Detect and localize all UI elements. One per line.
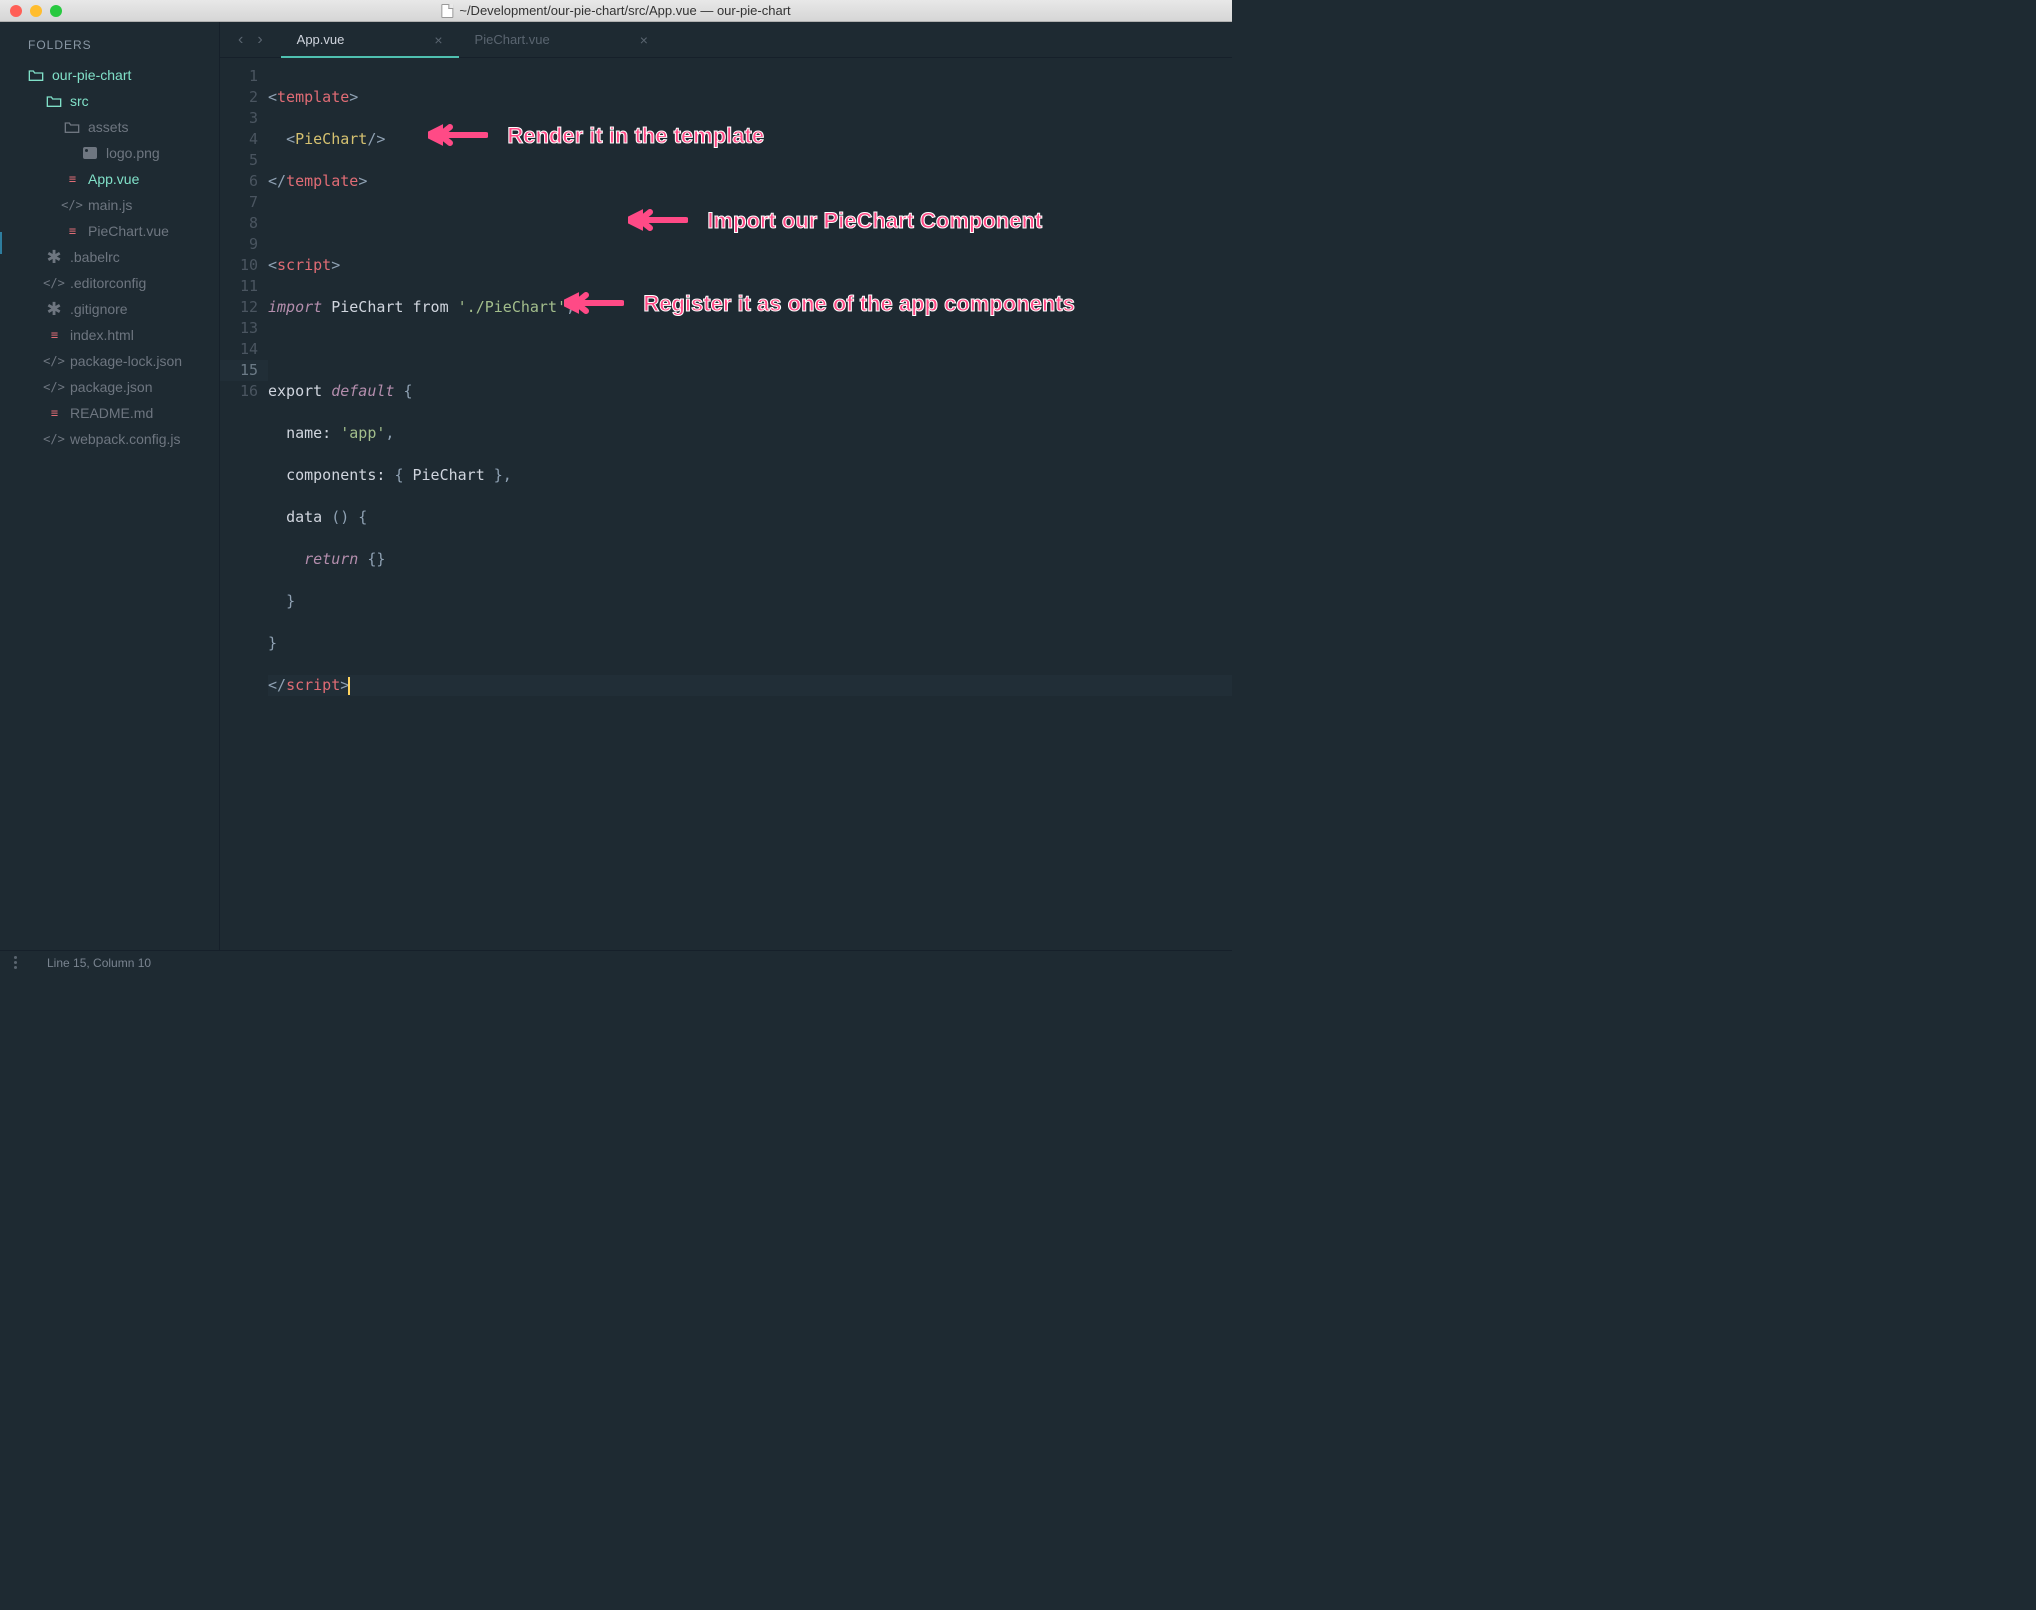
sidebar-item-label: logo.png [106,145,160,161]
window-title-text: ~/Development/our-pie-chart/src/App.vue … [459,3,790,18]
tab-row: ‹ › App.vue × PieChart.vue × [220,22,1232,58]
sidebar-header: FOLDERS [0,32,219,62]
sidebar-folder-assets[interactable]: assets [0,114,219,140]
sidebar-item-label: .babelrc [70,249,120,265]
nav-forward-icon[interactable]: › [257,31,262,49]
window-title-bar: ~/Development/our-pie-chart/src/App.vue … [0,0,1232,22]
code-file-icon: </> [64,197,80,213]
nav-arrows: ‹ › [220,31,281,49]
code-file-icon: </> [46,431,62,447]
sidebar-item-label: README.md [70,405,153,421]
status-cursor-position: Line 15, Column 10 [47,956,151,970]
config-file-icon: ✱ [46,249,62,265]
sidebar-file-index-html[interactable]: ≡ index.html [0,322,219,348]
line-number-gutter: 12345678 91011121314 1516 [220,58,268,950]
tab-close-icon[interactable]: × [640,32,648,48]
sidebar-folder-root[interactable]: our-pie-chart [0,62,219,88]
close-window-button[interactable] [10,5,22,17]
sidebar-item-label: assets [88,119,128,135]
tab-label: PieChart.vue [475,32,550,47]
sidebar-file-babelrc[interactable]: ✱ .babelrc [0,244,219,270]
sidebar-item-label: webpack.config.js [70,431,181,447]
image-icon [82,145,98,161]
sidebar-file-editorconfig[interactable]: </> .editorconfig [0,270,219,296]
vue-file-icon: ≡ [64,223,80,239]
status-menu-icon[interactable] [14,956,17,969]
status-bar: Line 15, Column 10 [0,950,1232,974]
minimize-window-button[interactable] [30,5,42,17]
sidebar-item-label: App.vue [88,171,139,187]
code-file-icon: </> [46,353,62,369]
tab-app-vue[interactable]: App.vue × [281,22,459,57]
sidebar-file-piechart-vue[interactable]: ≡ PieChart.vue [0,218,219,244]
tab-piechart-vue[interactable]: PieChart.vue × [459,22,664,57]
sidebar-file-webpack-config[interactable]: </> webpack.config.js [0,426,219,452]
sidebar-file-app-vue[interactable]: ≡ App.vue [0,166,219,192]
vue-file-icon: ≡ [64,171,80,187]
sidebar-item-label: our-pie-chart [52,67,131,83]
code-editor[interactable]: 12345678 91011121314 1516 <template> <Pi… [220,58,1232,950]
sidebar-item-label: .editorconfig [70,275,146,291]
window-title: ~/Development/our-pie-chart/src/App.vue … [441,3,790,18]
code-file-icon: </> [46,275,62,291]
sidebar-file-gitignore[interactable]: ✱ .gitignore [0,296,219,322]
sidebar-item-label: package.json [70,379,153,395]
sidebar-item-label: index.html [70,327,134,343]
config-file-icon: ✱ [46,301,62,317]
code-file-icon: </> [46,379,62,395]
sidebar-file-readme[interactable]: ≡ README.md [0,400,219,426]
html-file-icon: ≡ [46,327,62,343]
editor-area: ‹ › App.vue × PieChart.vue × 12345678 91… [220,22,1232,950]
sidebar-file-package-lock[interactable]: </> package-lock.json [0,348,219,374]
traffic-lights [0,5,62,17]
markdown-file-icon: ≡ [46,405,62,421]
tab-close-icon[interactable]: × [434,32,442,48]
sidebar-file-package-json[interactable]: </> package.json [0,374,219,400]
sidebar-file-logo[interactable]: logo.png [0,140,219,166]
maximize-window-button[interactable] [50,5,62,17]
folder-open-icon [28,67,44,83]
sidebar-item-label: .gitignore [70,301,128,317]
sidebar-item-label: main.js [88,197,132,213]
sidebar-item-label: package-lock.json [70,353,182,369]
tab-label: App.vue [297,32,345,47]
sidebar-item-label: src [70,93,89,109]
nav-back-icon[interactable]: ‹ [238,31,243,49]
sidebar-item-label: PieChart.vue [88,223,169,239]
sidebar-file-main-js[interactable]: </> main.js [0,192,219,218]
sidebar-active-indicator [0,232,2,254]
sidebar: FOLDERS our-pie-chart src assets logo.pn… [0,22,220,950]
file-icon [441,4,453,18]
folder-open-icon [46,93,62,109]
sidebar-folder-src[interactable]: src [0,88,219,114]
code-body[interactable]: <template> <PieChart/> </template> <scri… [268,58,1232,950]
folder-open-icon [64,119,80,135]
